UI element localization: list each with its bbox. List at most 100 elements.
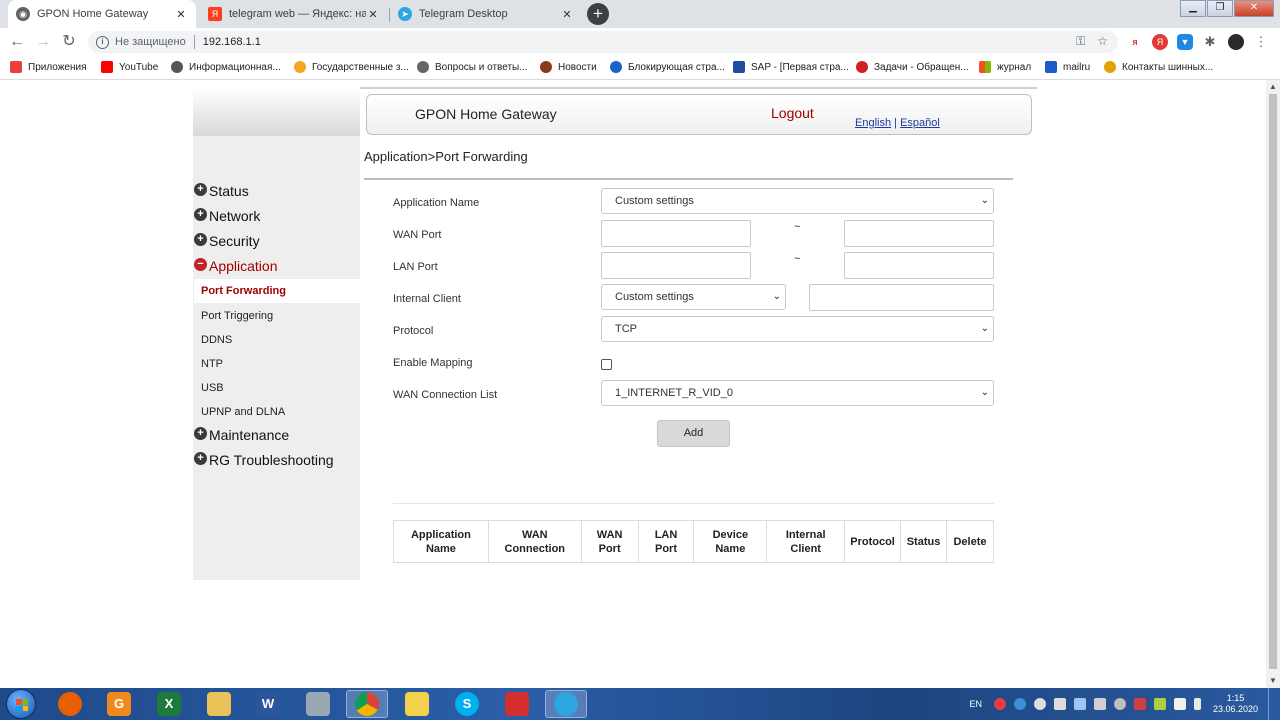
bookmark-info[interactable]: Информационная... <box>171 61 281 73</box>
firefox-icon <box>58 692 82 716</box>
tray-chrome-icon[interactable] <box>1033 698 1046 710</box>
submenu-usb[interactable]: USB <box>194 376 360 400</box>
url-text[interactable]: 192.168.1.1 <box>203 36 261 48</box>
globe-icon <box>171 61 183 73</box>
lang-english-link[interactable]: English <box>855 117 891 129</box>
wan-connection-select[interactable]: 1_INTERNET_R_VID_0 ⌄ <box>601 380 994 406</box>
taskbar-skype[interactable]: S <box>446 690 488 718</box>
tray-keyboard-icon[interactable] <box>1173 698 1186 710</box>
close-icon[interactable]: ✕ <box>560 8 574 21</box>
key-icon[interactable]: ⚿ <box>1076 34 1085 49</box>
bookmark-qa[interactable]: Вопросы и ответы... <box>417 61 528 73</box>
back-button[interactable]: ← <box>7 32 27 52</box>
tab-telegram[interactable]: ➤ Telegram Desktop ✕ <box>390 0 582 28</box>
tab-yandex[interactable]: Я telegram web — Яндекс: нашлос ✕ <box>200 0 388 28</box>
taskbar-chrome[interactable] <box>346 690 388 718</box>
restore-button[interactable]: ❐ <box>1207 0 1233 17</box>
info-icon[interactable]: i <box>96 35 109 49</box>
menu-item-network[interactable]: + Network <box>194 207 260 224</box>
tray-settings-icon[interactable] <box>1113 698 1126 710</box>
address-bar[interactable]: i Не защищено 192.168.1.1 ⚿ ☆ <box>88 31 1118 53</box>
select-value: TCP <box>615 323 637 335</box>
bookmark-journal[interactable]: журнал <box>979 61 1031 73</box>
bookmark-block[interactable]: Блокирующая стра... <box>610 61 725 73</box>
menu-item-rg-troubleshooting[interactable]: + RG Troubleshooting <box>194 451 334 468</box>
protocol-select[interactable]: TCP ⌄ <box>601 316 994 342</box>
scroll-down-icon[interactable]: ▼ <box>1266 674 1280 688</box>
extensions-puzzle-icon[interactable]: ✱ <box>1202 34 1218 50</box>
submenu-upnp-dlna[interactable]: UPNP and DLNA <box>194 400 360 424</box>
volume-icon[interactable] <box>1053 698 1066 710</box>
reload-button[interactable]: ↻ <box>59 32 79 52</box>
internal-client-select[interactable]: Custom settings ⌄ <box>601 284 786 310</box>
submenu-port-triggering[interactable]: Port Triggering <box>194 304 360 328</box>
start-button[interactable] <box>6 689 36 719</box>
wan-port-end-input[interactable] <box>844 220 994 247</box>
tray-notes-icon[interactable] <box>1153 698 1166 710</box>
avatar[interactable] <box>1228 34 1244 50</box>
taskbar-shield[interactable] <box>496 690 538 718</box>
bookmark-star-icon[interactable]: ☆ <box>1097 34 1108 49</box>
tab-gpon[interactable]: ◉ GPON Home Gateway ✕ <box>8 0 196 28</box>
menu-item-security[interactable]: + Security <box>194 232 260 249</box>
lan-port-start-input[interactable] <box>601 252 751 279</box>
taskbar-firefox[interactable] <box>49 690 91 718</box>
clock[interactable]: 1:15 23.06.2020 <box>1213 693 1258 715</box>
taskbar-word[interactable]: W <box>247 690 289 718</box>
menu-item-maintenance[interactable]: + Maintenance <box>194 426 289 443</box>
new-tab-button[interactable]: + <box>587 3 609 25</box>
forward-button[interactable]: → <box>33 32 53 52</box>
bookmark-gov[interactable]: Государственные з... <box>294 61 409 73</box>
tray-update-icon[interactable] <box>1073 698 1086 710</box>
yandex-browser-ext-icon[interactable]: Я <box>1152 34 1168 50</box>
adblock-shield-icon[interactable]: ▼ <box>1177 34 1193 50</box>
page-scrollbar[interactable]: ▲ ▼ <box>1266 80 1280 688</box>
action-center-icon[interactable] <box>1133 698 1146 710</box>
yandex-ext-icon[interactable]: я <box>1127 34 1143 50</box>
bookmark-tasks[interactable]: Задачи - Обращен... <box>856 61 969 73</box>
internal-client-ip-input[interactable] <box>809 284 994 311</box>
bookmark-mailru[interactable]: mailru <box>1045 61 1090 73</box>
submenu-port-forwarding[interactable]: Port Forwarding <box>194 279 360 303</box>
tray-app-icon[interactable] <box>993 698 1006 710</box>
taskbar-explorer[interactable] <box>198 690 240 718</box>
network-signal-icon[interactable] <box>1093 698 1106 710</box>
window-close-button[interactable]: ✕ <box>1234 0 1274 17</box>
lan-port-end-input[interactable] <box>844 252 994 279</box>
bookmark-contacts[interactable]: Контакты шинных... <box>1104 61 1213 73</box>
bookmark-youtube[interactable]: YouTube <box>101 61 158 73</box>
enable-mapping-checkbox[interactable] <box>601 359 612 370</box>
taskbar-excel[interactable]: X <box>148 690 190 718</box>
scroll-thumb[interactable] <box>1269 94 1277 669</box>
add-button[interactable]: Add <box>657 420 730 447</box>
bookmark-news[interactable]: Новости <box>540 61 597 73</box>
battery-icon[interactable] <box>1193 698 1201 710</box>
minimize-button[interactable]: ▁ <box>1180 0 1206 17</box>
tray-sync-icon[interactable] <box>1013 698 1026 710</box>
lang-spanish-link[interactable]: Español <box>900 117 940 129</box>
menu-kebab-icon[interactable]: ⋮ <box>1253 34 1269 50</box>
language-indicator[interactable]: EN <box>969 699 982 709</box>
gov-icon <box>294 61 306 73</box>
taskbar-notes[interactable] <box>396 690 438 718</box>
scroll-up-icon[interactable]: ▲ <box>1266 80 1280 94</box>
taskbar-telegram[interactable] <box>545 690 587 718</box>
tab-title: telegram web — Яндекс: нашлос <box>229 8 366 20</box>
app-name-select[interactable]: Custom settings ⌄ <box>601 188 994 214</box>
bookmark-apps[interactable]: Приложения <box>10 61 87 73</box>
show-desktop-button[interactable] <box>1268 688 1280 720</box>
menu-label: RG Troubleshooting <box>209 452 334 468</box>
submenu-ntp[interactable]: NTP <box>194 352 360 376</box>
wan-port-start-input[interactable] <box>601 220 751 247</box>
bookmark-sap[interactable]: SAP - [Первая стра... <box>733 61 849 73</box>
bookmark-label: Задачи - Обращен... <box>874 61 969 73</box>
menu-item-application[interactable]: − Application <box>194 257 278 274</box>
chevron-down-icon: ⌄ <box>980 195 989 206</box>
taskbar-calculator[interactable] <box>297 690 339 718</box>
menu-item-status[interactable]: + Status <box>194 182 249 199</box>
taskbar-gpdf[interactable]: G <box>98 690 140 718</box>
submenu-ddns[interactable]: DDNS <box>194 328 360 352</box>
close-icon[interactable]: ✕ <box>174 8 188 21</box>
close-icon[interactable]: ✕ <box>366 8 380 21</box>
logout-link[interactable]: Logout <box>771 105 814 121</box>
